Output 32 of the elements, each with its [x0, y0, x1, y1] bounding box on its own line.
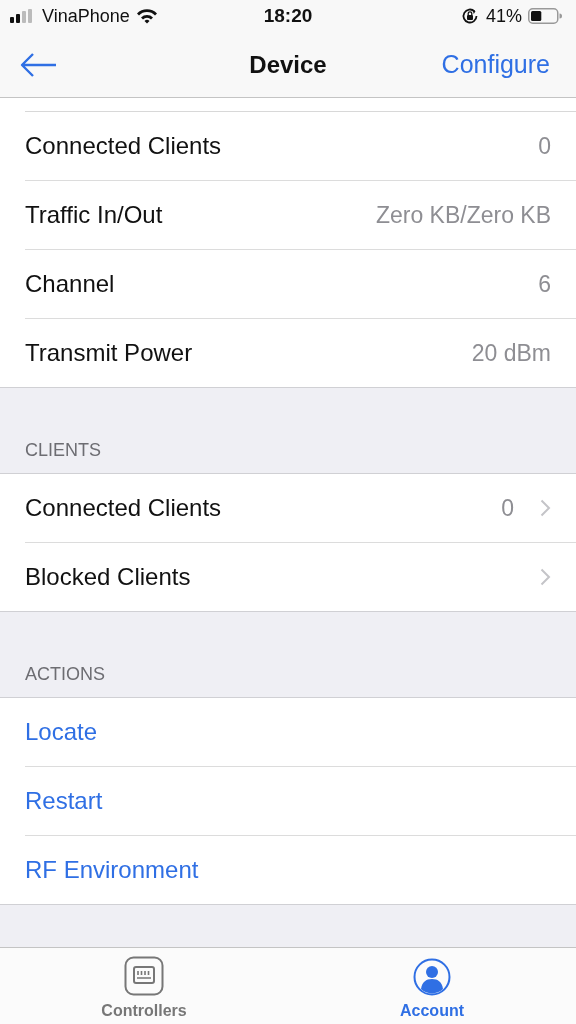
- row-value: 6: [538, 270, 551, 298]
- section-header: CLIENTS: [25, 440, 102, 461]
- back-arrow-icon[interactable]: [20, 51, 58, 78]
- row-value: 20 dBm: [471, 339, 551, 367]
- ethernet-port-icon: [124, 956, 164, 996]
- configure-link[interactable]: Configure: [441, 50, 550, 79]
- tab-item[interactable]: Account: [288, 948, 576, 1024]
- row-value: 0: [538, 132, 551, 160]
- row-label: Transmit Power: [25, 339, 193, 367]
- tab-item[interactable]: Controllers: [0, 948, 288, 1024]
- row-label: Connected Clients: [25, 132, 222, 160]
- chevron-icon: [540, 499, 551, 517]
- list-row[interactable]: Connected Clients 0: [25, 474, 576, 543]
- action-link[interactable]: Restart: [25, 787, 103, 815]
- chevron-icon: [540, 568, 551, 586]
- wifi-icon: [135, 8, 158, 24]
- row-label: Blocked Clients: [25, 563, 191, 591]
- list-row[interactable]: Blocked Clients: [25, 543, 576, 611]
- battery-percent: 41%: [485, 5, 522, 27]
- carrier-name: VinaPhone: [42, 5, 130, 27]
- row-label: Connected Clients: [25, 494, 222, 522]
- screen-title: Device: [249, 50, 327, 79]
- clock-time: 18:20: [263, 5, 313, 27]
- section-header: ACTIONS: [25, 664, 105, 685]
- action-link[interactable]: RF Environment: [25, 856, 199, 884]
- row-label: Traffic In/Out: [25, 201, 163, 229]
- action-link[interactable]: Locate: [25, 718, 98, 746]
- row-value: 0: [501, 494, 514, 522]
- row-value: Zero KB/Zero KB: [375, 201, 551, 229]
- user-icon: [413, 958, 451, 996]
- row-label: Channel: [25, 270, 115, 298]
- battery-icon: [528, 8, 562, 24]
